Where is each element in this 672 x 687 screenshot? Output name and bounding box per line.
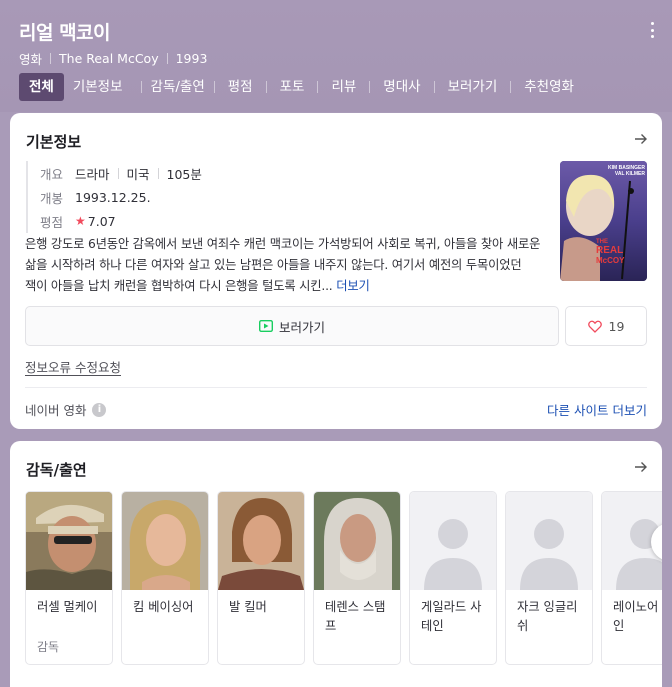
rating-label: 평점	[40, 214, 64, 230]
heart-icon	[587, 320, 602, 333]
source: 네이버 영화 i	[25, 400, 107, 419]
divider	[25, 387, 647, 388]
play-icon	[258, 320, 273, 332]
country: 미국	[126, 166, 150, 182]
cast-list: 러셀 멀케이 감독 킴 베이싱어 발 킬머 테렌스 스탬프 게일라드 사테인 자…	[25, 491, 662, 665]
basic-info-card: 기본정보 개요 드라마 미국 105분 개봉 1993.12.25. 평점 ★ 7…	[10, 113, 662, 429]
synopsis-more-link[interactable]: 더보기	[336, 279, 370, 293]
person-photo	[218, 492, 304, 590]
default-avatar-icon	[410, 492, 496, 590]
person-name: 발 킬머	[229, 600, 267, 614]
rating-row: 평점 ★ 7.07	[40, 209, 202, 233]
watch-button[interactable]: 보러가기	[25, 306, 559, 346]
person-name: 러셀 멀케이	[37, 600, 98, 614]
cast-title[interactable]: 감독/출연	[26, 459, 87, 480]
tab-recommend[interactable]: 추천영화	[520, 73, 578, 101]
meta-original-title: The Real McCoy	[59, 51, 159, 66]
other-sites-link[interactable]: 다른 사이트 더보기	[547, 400, 647, 419]
source-label: 네이버 영화	[25, 403, 87, 418]
cast-item[interactable]: 레이노어 샤인	[601, 491, 662, 665]
info-icon[interactable]: i	[92, 402, 107, 417]
tab-photo[interactable]: 포토	[276, 73, 309, 101]
movie-title: 리얼 맥코이	[19, 22, 111, 44]
report-error-link[interactable]: 정보오류 수정요청	[25, 357, 121, 376]
overview-row: 개요 드라마 미국 105분	[40, 161, 202, 185]
overview-label: 개요	[40, 166, 64, 182]
tab-all[interactable]: 전체	[19, 73, 64, 101]
person-photo	[122, 492, 208, 590]
runtime: 105분	[166, 166, 202, 182]
movie-header: 리얼 맥코이 영화 The Real McCoy 1993 전체 기본정보 감독…	[0, 0, 672, 112]
genre: 드라마	[75, 166, 110, 182]
person-photo	[26, 492, 112, 590]
movie-poster[interactable]: KIM BASINGER VAL KILMER THE REAL McCOY	[560, 161, 647, 281]
default-avatar-icon	[506, 492, 592, 590]
cast-card: 감독/출연 러셀 멀케이 감독 킴 베이싱어 발 킬머 테렌스 스탬프 게일라드…	[10, 441, 662, 687]
like-button[interactable]: 19	[565, 306, 647, 346]
release-row: 개봉 1993.12.25.	[40, 185, 202, 209]
like-count: 19	[608, 318, 625, 334]
release-date: 1993.12.25.	[75, 189, 151, 205]
person-name: 자크 잉글리쉬	[517, 600, 578, 633]
tab-rating[interactable]: 평점	[224, 73, 257, 101]
person-photo-placeholder	[410, 492, 496, 590]
watch-label: 보러가기	[278, 319, 325, 335]
person-photo-placeholder	[506, 492, 592, 590]
info-table: 개요 드라마 미국 105분 개봉 1993.12.25. 평점 ★ 7.07	[26, 161, 202, 233]
cast-item[interactable]: 발 킬머	[217, 491, 305, 665]
tab-bar: 전체 기본정보 감독/출연 평점 포토 리뷰 명대사 보러가기 추천영화	[19, 73, 578, 101]
meta-category: 영화	[19, 52, 43, 67]
person-name: 게일라드 사테인	[421, 600, 482, 633]
cast-item[interactable]: 테렌스 스탬프	[313, 491, 401, 665]
basic-info-title[interactable]: 기본정보	[26, 131, 81, 152]
tab-watch[interactable]: 보러가기	[444, 73, 502, 101]
person-photo	[314, 492, 400, 590]
arrow-right-icon[interactable]	[634, 460, 648, 474]
cast-item[interactable]: 게일라드 사테인	[409, 491, 497, 665]
cast-item[interactable]: 킴 베이싱어	[121, 491, 209, 665]
person-role: 감독	[37, 640, 60, 654]
synopsis-text: 은행 강도로 6년동안 감옥에서 보낸 여죄수 캐런 맥코이는 가석방되어 사회…	[25, 237, 541, 293]
star-icon: ★	[75, 214, 86, 228]
tab-basic-info[interactable]: 기본정보	[64, 73, 132, 101]
rating-value: 7.07	[87, 213, 116, 229]
release-label: 개봉	[40, 190, 64, 206]
person-name: 테렌스 스탬프	[325, 600, 386, 633]
tab-cast[interactable]: 감독/출연	[151, 73, 205, 101]
arrow-right-icon[interactable]	[634, 132, 648, 146]
poster-title3: McCOY	[596, 256, 625, 265]
synopsis: 은행 강도로 6년동안 감옥에서 보낸 여죄수 캐런 맥코이는 가석방되어 사회…	[25, 234, 543, 297]
person-name: 킴 베이싱어	[133, 600, 194, 614]
meta-year: 1993	[175, 51, 208, 66]
movie-meta: 영화 The Real McCoy 1993	[19, 49, 207, 68]
cast-item[interactable]: 자크 잉글리쉬	[505, 491, 593, 665]
cast-item[interactable]: 러셀 멀케이 감독	[25, 491, 113, 665]
tab-review[interactable]: 리뷰	[327, 73, 360, 101]
more-options-icon[interactable]	[644, 20, 660, 40]
poster-cast2: VAL KILMER	[615, 171, 645, 177]
person-name: 레이노어 샤인	[613, 600, 662, 633]
tab-quotes[interactable]: 명대사	[379, 73, 424, 101]
poster-title2: REAL	[596, 245, 623, 256]
